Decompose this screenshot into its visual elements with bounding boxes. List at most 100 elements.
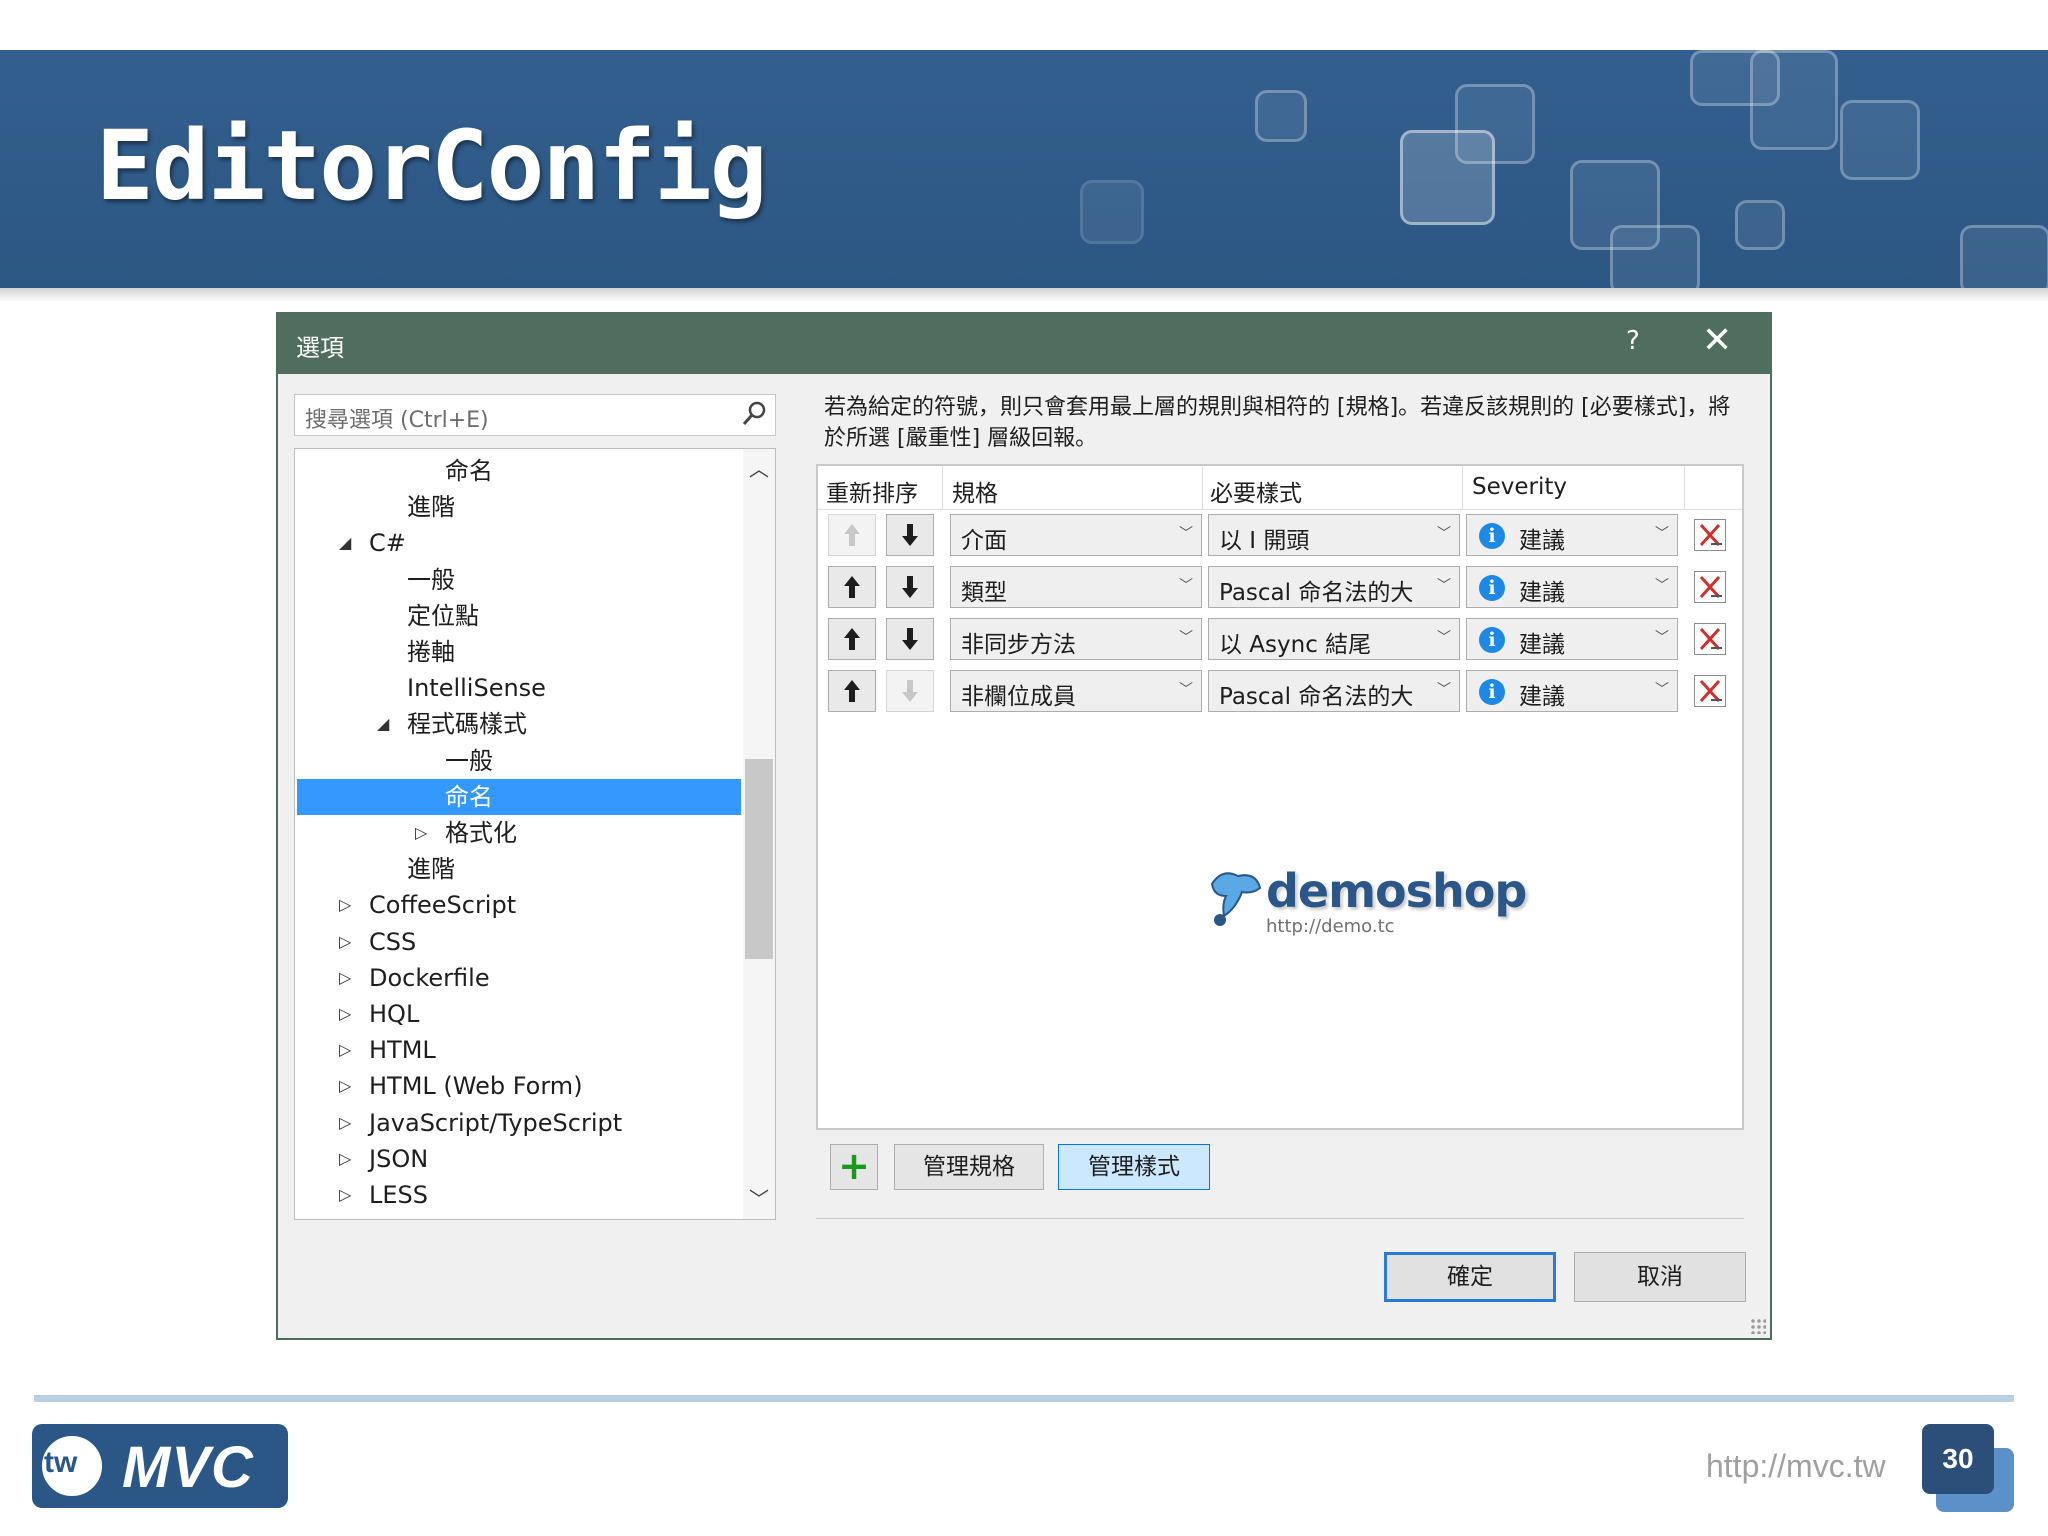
chevron-down-icon: ﹀ xyxy=(1179,682,1193,698)
expand-arrow-icon[interactable]: ▷ xyxy=(339,924,351,960)
expand-arrow-icon[interactable]: ▷ xyxy=(339,1068,351,1104)
search-input[interactable]: 搜尋選項 (Ctrl+E) xyxy=(294,394,776,436)
tree-item-label: HQL xyxy=(369,1000,420,1028)
expand-arrow-icon[interactable]: ▷ xyxy=(339,1105,351,1141)
expand-arrow-icon[interactable]: ▷ xyxy=(339,960,351,996)
expand-arrow-icon[interactable]: ▷ xyxy=(415,815,427,851)
tree-item[interactable]: ▷ HQL xyxy=(297,996,741,1032)
logo-mvc-text: MVC xyxy=(122,1435,254,1500)
options-tree[interactable]: ▷ LESS ▷ JSON ▷ JavaScript/TypeScript ▷ HTML (W… xyxy=(294,448,776,1220)
tree-item-label: 程式碼樣式 xyxy=(407,710,527,739)
collapse-arrow-icon[interactable]: ◢ xyxy=(377,706,389,742)
manage-specs-button[interactable]: 管理規格 xyxy=(894,1144,1044,1190)
dialog-titlebar: 選項 ? ✕ xyxy=(278,314,1770,374)
move-down-button[interactable] xyxy=(886,670,934,712)
expand-arrow-icon[interactable]: ▷ xyxy=(339,1177,351,1213)
search-icon[interactable] xyxy=(739,399,769,429)
severity-value: 建議 xyxy=(1519,580,1565,606)
spec-dropdown[interactable]: 介面 ﹀ xyxy=(950,514,1202,556)
style-dropdown[interactable]: Pascal 命名法的大 ﹀ xyxy=(1208,566,1460,608)
dialog-title: 選項 xyxy=(296,334,344,362)
tree-item[interactable]: 一般 xyxy=(297,743,741,779)
collapse-arrow-icon[interactable]: ◢ xyxy=(339,525,351,561)
severity-dropdown[interactable]: i 建議 ﹀ xyxy=(1466,670,1678,712)
resize-grip-icon[interactable] xyxy=(1750,1318,1766,1334)
slide-title: EditorConfig xyxy=(96,110,768,222)
style-dropdown[interactable]: 以 I 開頭 ﹀ xyxy=(1208,514,1460,556)
add-rule-button[interactable]: + xyxy=(830,1144,878,1190)
cancel-button[interactable]: 取消 xyxy=(1574,1252,1746,1302)
expand-arrow-icon[interactable]: ▷ xyxy=(339,996,351,1032)
tree-item[interactable]: 定位點 xyxy=(297,598,741,634)
delete-rule-button[interactable] xyxy=(1694,571,1726,603)
move-down-button[interactable] xyxy=(886,514,934,556)
expand-arrow-icon[interactable]: ▷ xyxy=(339,887,351,923)
header-style: 必要樣式 xyxy=(1210,481,1302,507)
grid-header: 重新排序 規格 必要樣式 Severity xyxy=(818,466,1742,510)
move-down-button[interactable] xyxy=(886,618,934,660)
tree-item[interactable]: 一般 xyxy=(297,562,741,598)
scrollbar-thumb[interactable] xyxy=(745,759,773,959)
style-dropdown[interactable]: Pascal 命名法的大 ﹀ xyxy=(1208,670,1460,712)
tree-item[interactable]: 捲軸 xyxy=(297,634,741,670)
tree-item[interactable]: ◢ 程式碼樣式 xyxy=(297,706,741,742)
severity-dropdown[interactable]: i 建議 ﹀ xyxy=(1466,514,1678,556)
tree-item[interactable]: ▷ LESS xyxy=(297,1177,741,1213)
tree-scrollbar[interactable]: ︿ ﹀ xyxy=(743,449,775,1219)
close-button[interactable]: ✕ xyxy=(1702,320,1732,361)
style-value: 以 Async 結尾 xyxy=(1219,632,1372,658)
chevron-up-icon[interactable]: ︿ xyxy=(743,453,775,485)
tree-item-label: 定位點 xyxy=(407,601,479,630)
severity-dropdown[interactable]: i 建議 ﹀ xyxy=(1466,566,1678,608)
move-up-button[interactable] xyxy=(828,618,876,660)
move-up-button[interactable] xyxy=(828,670,876,712)
tree-item[interactable]: IntelliSense xyxy=(297,670,741,706)
chevron-down-icon[interactable]: ﹀ xyxy=(743,1183,775,1215)
style-value: 以 I 開頭 xyxy=(1219,528,1310,554)
tree-item[interactable]: ▷ CoffeeScript xyxy=(297,887,741,923)
info-icon: i xyxy=(1479,627,1505,653)
header-spec: 規格 xyxy=(952,481,998,507)
tree-item-label: IntelliSense xyxy=(407,674,546,703)
manage-styles-button[interactable]: 管理樣式 xyxy=(1058,1144,1210,1190)
tree-item[interactable]: 進階 xyxy=(297,851,741,887)
delete-icon xyxy=(1699,627,1722,651)
tree-item[interactable]: ▷ Dockerfile xyxy=(297,960,741,996)
tree-item[interactable]: ▷ HTML xyxy=(297,1032,741,1068)
header-reorder: 重新排序 xyxy=(826,481,918,507)
tree-item-label: LESS xyxy=(369,1181,429,1209)
expand-arrow-icon[interactable]: ▷ xyxy=(339,1141,351,1177)
tree-item-label: 一般 xyxy=(407,565,455,594)
tree-item-label: 進階 xyxy=(407,493,455,522)
tree-item[interactable]: ▷ JSON xyxy=(297,1141,741,1177)
delete-icon xyxy=(1699,679,1722,703)
delete-rule-button[interactable] xyxy=(1694,675,1726,707)
tree-item[interactable]: ▷ JavaScript/TypeScript xyxy=(297,1105,741,1141)
tree-item[interactable]: ▷ 格式化 xyxy=(297,815,741,851)
move-up-button[interactable] xyxy=(828,514,876,556)
severity-dropdown[interactable]: i 建議 ﹀ xyxy=(1466,618,1678,660)
tree-item[interactable]: ◢ C# xyxy=(297,525,741,561)
ok-button[interactable]: 確定 xyxy=(1384,1252,1556,1302)
delete-rule-button[interactable] xyxy=(1694,519,1726,551)
help-button[interactable]: ? xyxy=(1626,326,1640,356)
tree-item-label: 格式化 xyxy=(445,819,517,847)
spec-dropdown[interactable]: 類型 ﹀ xyxy=(950,566,1202,608)
move-down-button[interactable] xyxy=(886,566,934,608)
tree-item[interactable]: 命名 xyxy=(297,778,741,815)
arrow-up-icon xyxy=(844,576,860,598)
severity-value: 建議 xyxy=(1519,684,1565,710)
info-icon: i xyxy=(1479,575,1505,601)
move-up-button[interactable] xyxy=(828,566,876,608)
tree-item[interactable]: 命名 xyxy=(297,453,741,489)
tree-item-label: JSON xyxy=(369,1144,429,1173)
spec-dropdown[interactable]: 非同步方法 ﹀ xyxy=(950,618,1202,660)
spec-dropdown[interactable]: 非欄位成員 ﹀ xyxy=(950,670,1202,712)
tree-item[interactable]: ▷ CSS xyxy=(297,924,741,960)
style-dropdown[interactable]: 以 Async 結尾 ﹀ xyxy=(1208,618,1460,660)
tree-item[interactable]: 進階 xyxy=(297,489,741,525)
delete-rule-button[interactable] xyxy=(1694,623,1726,655)
expand-arrow-icon[interactable]: ▷ xyxy=(339,1032,351,1068)
tree-item[interactable]: ▷ HTML (Web Form) xyxy=(297,1068,741,1104)
chevron-down-icon: ﹀ xyxy=(1179,526,1193,542)
